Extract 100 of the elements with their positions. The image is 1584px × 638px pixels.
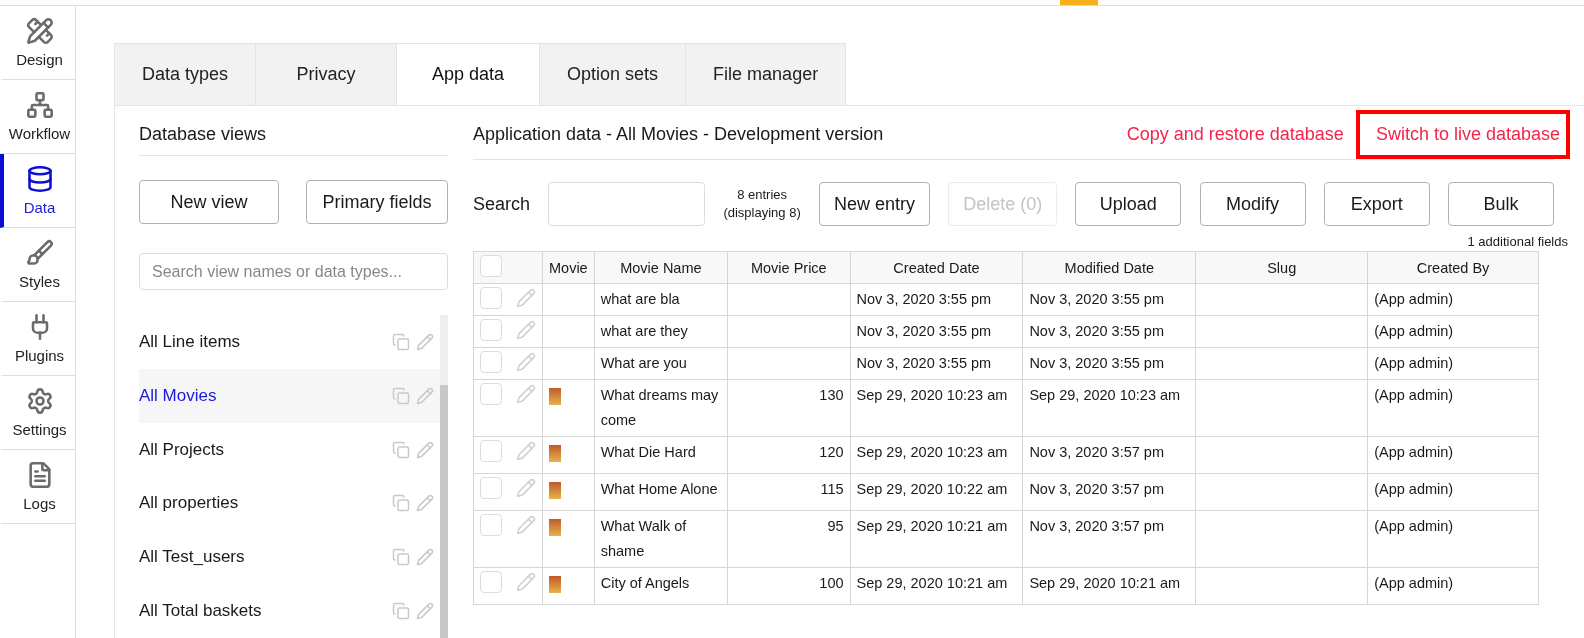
workflow-icon <box>25 91 54 119</box>
checkbox[interactable] <box>480 514 502 536</box>
table-cell: Nov 3, 2020 3:55 pm <box>856 355 992 371</box>
table-cell: (App admin) <box>1374 323 1454 339</box>
sidebar-label: Styles <box>19 273 60 290</box>
table-cell: (App admin) <box>1374 481 1454 497</box>
view-item[interactable]: All properties <box>139 476 440 531</box>
column-header: Movie <box>542 251 595 284</box>
column-header: Slug <box>1195 251 1368 284</box>
checkbox[interactable] <box>480 383 502 405</box>
sidebar-label: Settings <box>12 421 67 438</box>
table-cell: Sep 29, 2020 10:23 am <box>856 387 1008 403</box>
pencil-icon[interactable] <box>516 478 536 498</box>
table-cell: Sep 29, 2020 10:21 am <box>856 518 1008 534</box>
checkbox[interactable] <box>480 287 502 309</box>
search-field[interactable]: Search view names or data types... <box>139 253 448 290</box>
tab[interactable]: Privacy <box>256 43 398 106</box>
tab[interactable]: App data <box>397 43 541 106</box>
table-cell: Nov 3, 2020 3:57 pm <box>1029 444 1164 460</box>
pencil-icon[interactable] <box>516 572 536 592</box>
pencil-icon[interactable] <box>416 494 434 513</box>
action-button[interactable]: Primary fields <box>306 180 448 224</box>
copy-icon[interactable] <box>392 332 410 351</box>
pencil-icon[interactable] <box>516 515 536 535</box>
checkbox[interactable] <box>480 477 502 499</box>
sidebar-item[interactable]: Design <box>0 6 75 80</box>
sidebar-item[interactable]: Logs <box>0 450 75 524</box>
copy-icon[interactable] <box>392 602 410 621</box>
column-header: Modified Date <box>1022 251 1196 284</box>
table-cell: 95 <box>827 518 844 534</box>
settings-icon <box>25 387 54 415</box>
action-button[interactable]: New view <box>139 180 279 224</box>
table-cell: Nov 3, 2020 3:57 pm <box>1029 518 1164 534</box>
active-indicator <box>1060 0 1098 5</box>
sidebar-item[interactable]: Workflow <box>0 80 75 154</box>
table-cell: what are bla <box>600 291 680 307</box>
table-cell: City of Angels <box>600 575 690 591</box>
copy-icon[interactable] <box>392 440 410 459</box>
design-icon <box>25 17 54 45</box>
view-item[interactable]: All Line items <box>139 315 440 369</box>
sidebar-item[interactable]: Settings <box>0 376 75 450</box>
action-button[interactable]: Bulk <box>1447 182 1554 226</box>
tab[interactable]: Option sets <box>540 43 687 106</box>
section-title: Application data - All Movies - Development version <box>473 124 885 145</box>
table-cell: (App admin) <box>1374 387 1454 403</box>
checkbox[interactable] <box>480 319 502 341</box>
view-item[interactable]: All Movies <box>139 368 440 423</box>
sidebar-label: Design <box>16 51 63 68</box>
scrollbar[interactable] <box>440 315 448 638</box>
table-cell: (App admin) <box>1374 518 1454 534</box>
action-button[interactable]: Export <box>1323 182 1430 226</box>
table-cell: What Die Hard <box>600 444 696 460</box>
table-cell: (App admin) <box>1374 291 1454 307</box>
column-header: Created Date <box>850 251 1023 284</box>
pencil-icon[interactable] <box>516 384 536 404</box>
live-database-link[interactable]: Switch to live database <box>1355 110 1570 159</box>
table-cell: Sep 29, 2020 10:21 am <box>1029 575 1181 591</box>
sidebar-label: Logs <box>23 495 56 512</box>
pencil-icon[interactable] <box>516 352 536 372</box>
checkbox[interactable] <box>480 440 502 462</box>
table-cell: Nov 3, 2020 3:55 pm <box>856 323 992 339</box>
pencil-icon[interactable] <box>416 602 434 621</box>
pencil-icon[interactable] <box>416 548 434 567</box>
table-cell: Nov 3, 2020 3:55 pm <box>1029 355 1164 371</box>
pencil-icon[interactable] <box>416 386 434 405</box>
table-cell: 115 <box>820 481 844 497</box>
search-label: Search <box>473 193 531 215</box>
pencil-icon[interactable] <box>516 441 536 461</box>
action-button[interactable]: Upload <box>1075 182 1182 226</box>
view-item[interactable]: All Test_users <box>139 530 440 585</box>
table-cell: What are you <box>600 355 687 371</box>
sidebar-item[interactable]: Plugins <box>0 302 75 376</box>
checkbox[interactable] <box>480 255 502 277</box>
action-button[interactable]: New entry <box>818 182 930 226</box>
search-field[interactable] <box>548 182 706 226</box>
copy-icon[interactable] <box>392 494 410 513</box>
checkbox[interactable] <box>480 351 502 373</box>
tab[interactable]: File manager <box>686 43 847 106</box>
table-cell: Sep 29, 2020 10:23 am <box>1029 387 1181 403</box>
copy-icon[interactable] <box>392 386 410 405</box>
column-header: Created By <box>1367 251 1539 284</box>
sidebar-label: Workflow <box>8 125 71 142</box>
view-item[interactable]: All Projects <box>139 422 440 477</box>
pencil-icon[interactable] <box>516 320 536 340</box>
database-icon <box>25 165 54 193</box>
copy-restore-link[interactable]: Copy and restore database <box>1126 124 1344 145</box>
view-item[interactable]: All Total baskets <box>139 584 440 638</box>
pencil-icon[interactable] <box>416 332 434 351</box>
copy-icon[interactable] <box>392 548 410 567</box>
section-title: Database views <box>139 106 448 156</box>
sidebar-item[interactable]: Styles <box>0 228 75 302</box>
sidebar-label: Plugins <box>14 347 65 364</box>
pencil-icon[interactable] <box>516 288 536 308</box>
checkbox[interactable] <box>480 571 502 593</box>
tab[interactable]: Data types <box>114 43 257 106</box>
display-count: (displaying 8) <box>723 204 801 222</box>
sidebar-item[interactable]: Data <box>0 154 75 228</box>
pencil-icon[interactable] <box>416 440 434 459</box>
table-cell: Nov 3, 2020 3:55 pm <box>1029 291 1164 307</box>
action-button[interactable]: Modify <box>1199 182 1306 226</box>
